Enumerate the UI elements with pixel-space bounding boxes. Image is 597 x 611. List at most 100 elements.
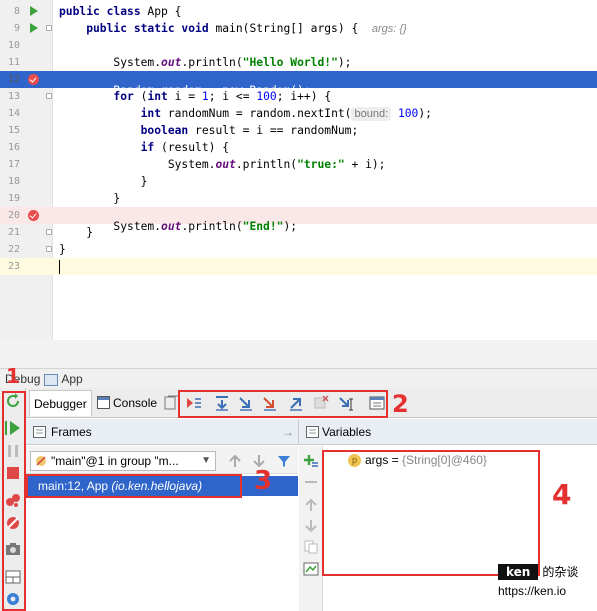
- fold-marker-icon[interactable]: [46, 246, 52, 252]
- tab-debugger[interactable]: Debugger: [29, 390, 92, 416]
- frames-pin-icon[interactable]: →: [282, 419, 294, 445]
- code-text: for (int i = 1; i <= 100; i++) {: [59, 88, 331, 105]
- breakpoint-icon[interactable]: [28, 210, 39, 221]
- editor-divider: [0, 340, 597, 368]
- code-line[interactable]: 15 boolean result = i == randomNum;: [0, 122, 597, 139]
- code-token: out: [215, 158, 236, 171]
- breakpoint-icon[interactable]: [28, 74, 39, 85]
- code-token: out: [161, 56, 182, 69]
- code-token: + i);: [344, 158, 386, 171]
- code-text: public static void main(String[] args) {…: [59, 20, 407, 38]
- thread-suspended-icon: [36, 456, 46, 466]
- code-line[interactable]: 22}: [0, 241, 597, 258]
- code-token: if: [140, 141, 162, 154]
- code-token: }: [59, 192, 121, 205]
- run-gutter-icon[interactable]: [30, 23, 38, 33]
- fold-marker-icon[interactable]: [46, 93, 52, 99]
- annotation-box-3: [26, 474, 242, 498]
- frames-header: Frames →: [26, 419, 298, 445]
- code-line[interactable]: 14 int randomNum = random.nextInt(bound:…: [0, 105, 597, 122]
- code-line[interactable]: 11 System.out.println("Hello World!");: [0, 54, 597, 71]
- debug-config-name: App: [61, 372, 83, 386]
- code-token: i =: [174, 90, 202, 103]
- code-line[interactable]: 16 if (result) {: [0, 139, 597, 156]
- code-line[interactable]: 21 }: [0, 224, 597, 241]
- tab-console[interactable]: Console: [93, 390, 161, 416]
- code-token: result = i == randomNum;: [195, 124, 359, 137]
- code-text: }: [59, 173, 148, 190]
- annotation-box-4: [322, 450, 540, 576]
- code-token: );: [337, 56, 352, 69]
- code-text: [59, 258, 60, 275]
- line-number: 11: [7, 57, 20, 68]
- code-token: .println(: [235, 158, 298, 171]
- new-watch-icon[interactable]: [303, 452, 319, 468]
- line-number: 18: [7, 176, 20, 187]
- filter-icon[interactable]: [277, 454, 291, 468]
- code-token: System.: [59, 56, 162, 69]
- line-number: 14: [7, 108, 20, 119]
- line-number: 23: [7, 261, 20, 272]
- code-line[interactable]: 20 System.out.println("End!");: [0, 207, 597, 233]
- code-token: );: [418, 107, 432, 120]
- watermark: ken 的杂谈 https://ken.io: [498, 563, 579, 598]
- code-token: args: {}: [371, 23, 407, 35]
- watermark-text: 的杂谈: [542, 565, 579, 579]
- code-token: ; i++) {: [276, 90, 332, 103]
- frames-title: Frames: [51, 425, 92, 439]
- code-line[interactable]: 23: [0, 258, 597, 275]
- code-line[interactable]: 12 Random random = new Random();: [0, 71, 597, 97]
- code-token: 100: [256, 90, 277, 103]
- code-token: (result) {: [161, 141, 230, 154]
- chevron-down-icon: ▼: [201, 455, 211, 466]
- code-text: System.out.println("Hello World!");: [59, 54, 351, 71]
- code-token: ; i <=: [208, 90, 257, 103]
- ide-window: 8 public class App {9 public static void …: [0, 0, 597, 611]
- annotation-box-1: [2, 391, 26, 611]
- copy-icon[interactable]: [304, 540, 318, 554]
- line-number: 16: [7, 142, 20, 153]
- remove-watch-icon[interactable]: [305, 479, 317, 485]
- move-up-icon[interactable]: [305, 498, 317, 512]
- move-down-icon[interactable]: [305, 519, 317, 533]
- code-token: main(String[] args) {: [215, 22, 372, 35]
- code-token: }: [59, 175, 148, 188]
- code-token: randomNum = random.nextInt(: [167, 107, 352, 120]
- line-number: 21: [7, 227, 20, 238]
- code-line[interactable]: 13 for (int i = 1; i <= 100; i++) {: [0, 88, 597, 105]
- run-gutter-icon[interactable]: [30, 6, 38, 16]
- line-number: 13: [7, 91, 20, 102]
- code-editor[interactable]: 8 public class App {9 public static void …: [0, 0, 597, 340]
- code-line[interactable]: 19 }: [0, 190, 597, 207]
- code-line[interactable]: 18 }: [0, 173, 597, 190]
- code-token: App {: [147, 5, 182, 18]
- watches-mode-icon[interactable]: [303, 562, 319, 576]
- code-line[interactable]: 10: [0, 37, 597, 54]
- code-text: System.out.println("true:" + i);: [59, 156, 386, 173]
- fold-marker-icon[interactable]: [46, 25, 52, 31]
- watermark-badge: ken: [498, 564, 539, 580]
- thread-select[interactable]: "main"@1 in group "m... ▼: [30, 451, 216, 471]
- code-token: }: [59, 226, 94, 239]
- code-token: System.: [59, 158, 216, 171]
- code-token: }: [59, 243, 66, 256]
- thread-select-value: "main"@1 in group "m...: [51, 454, 179, 468]
- annotation-box-2: [178, 390, 388, 418]
- code-text: }: [59, 224, 93, 241]
- line-number: 20: [7, 210, 20, 221]
- code-line[interactable]: 8 public class App {: [0, 3, 597, 20]
- debug-title-bar: Debug App: [0, 368, 597, 388]
- code-token: int: [140, 107, 168, 120]
- annotation-number-2: 2: [392, 390, 409, 418]
- code-text: }: [59, 241, 66, 258]
- fold-marker-icon[interactable]: [46, 229, 52, 235]
- line-number: 19: [7, 193, 20, 204]
- previous-frame-icon[interactable]: [229, 454, 241, 468]
- annotation-number-3: 3: [254, 466, 273, 496]
- watermark-url: https://ken.io: [498, 584, 567, 598]
- code-line[interactable]: 9 public static void main(String[] args)…: [0, 20, 597, 37]
- code-line[interactable]: 17 System.out.println("true:" + i);: [0, 156, 597, 173]
- code-token: "true:": [297, 158, 345, 171]
